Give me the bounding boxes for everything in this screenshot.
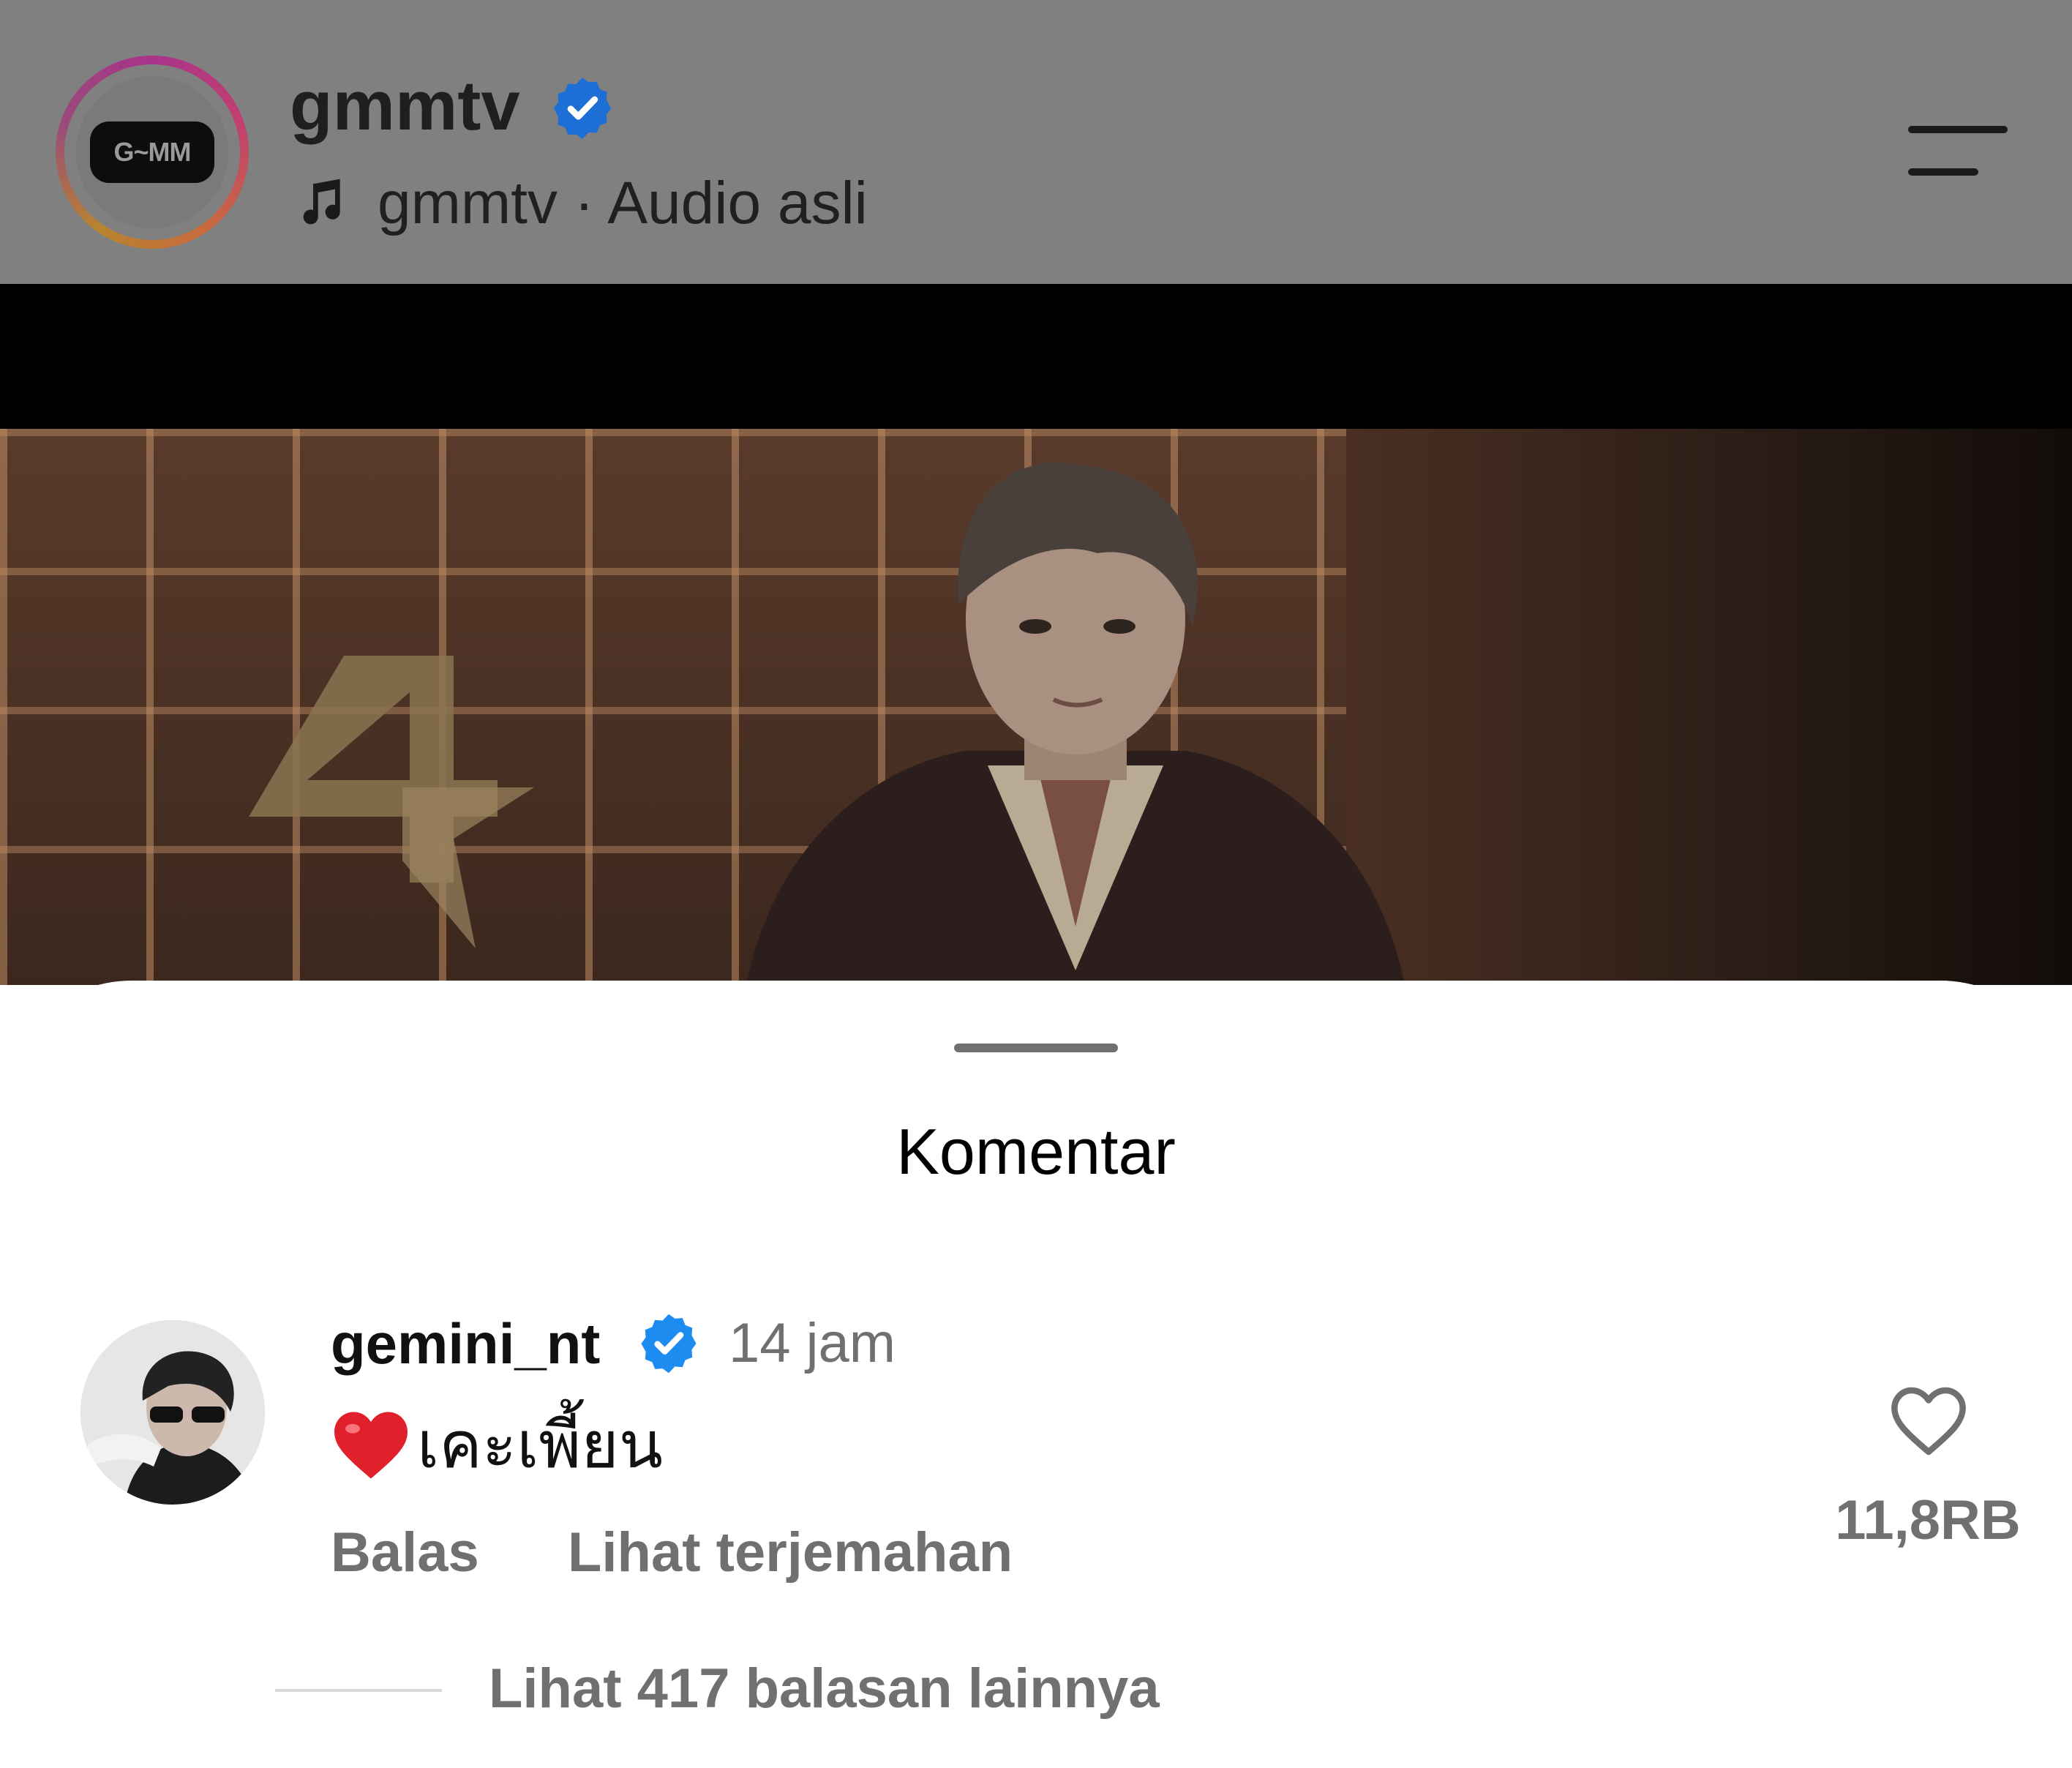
- video-background-panel: [1346, 429, 2072, 985]
- comment-body: เคะเพี้ยน: [331, 1405, 663, 1486]
- commenter-photo: [80, 1320, 265, 1505]
- comments-sheet: Komentar gemini_nt 14 jam เคะเพี้ยน Bala…: [0, 981, 2072, 1768]
- view-more-replies-button[interactable]: Lihat 417 balasan lainnya: [489, 1654, 1160, 1724]
- video-person: [746, 462, 1405, 985]
- sheet-title: Komentar: [896, 1115, 1176, 1188]
- music-note-icon: [303, 179, 340, 225]
- post-header: G~MM gmmtv gmmtv · Audio asli: [0, 0, 2072, 284]
- header-username[interactable]: gmmtv: [290, 66, 520, 146]
- menu-icon[interactable]: [1905, 126, 2011, 179]
- reply-button[interactable]: Balas: [331, 1518, 479, 1588]
- see-translation-button[interactable]: Lihat terjemahan: [568, 1518, 1013, 1588]
- audio-info-link[interactable]: gmmtv · Audio asli: [378, 167, 868, 240]
- video-player[interactable]: [0, 429, 2072, 985]
- profile-avatar[interactable]: G~MM: [56, 56, 249, 249]
- commenter-avatar[interactable]: [80, 1320, 265, 1505]
- verified-badge-icon: [553, 78, 612, 139]
- heart-outline-icon[interactable]: [1888, 1383, 1970, 1459]
- comment-text: เคะเพี้ยน: [417, 1407, 664, 1483]
- video-letterbox: [0, 284, 2072, 429]
- red-heart-emoji-icon: [334, 1412, 408, 1479]
- drag-handle[interactable]: [954, 1044, 1118, 1052]
- comment-username[interactable]: gemini_nt: [331, 1308, 600, 1379]
- comment-timestamp: 14 jam: [729, 1312, 896, 1374]
- gmmtv-logo: G~MM: [90, 121, 214, 183]
- gold-four-logo: [249, 656, 534, 948]
- verified-badge-icon: [641, 1314, 697, 1374]
- replies-divider: [275, 1689, 442, 1692]
- like-count: 11,8RB: [1835, 1489, 2021, 1551]
